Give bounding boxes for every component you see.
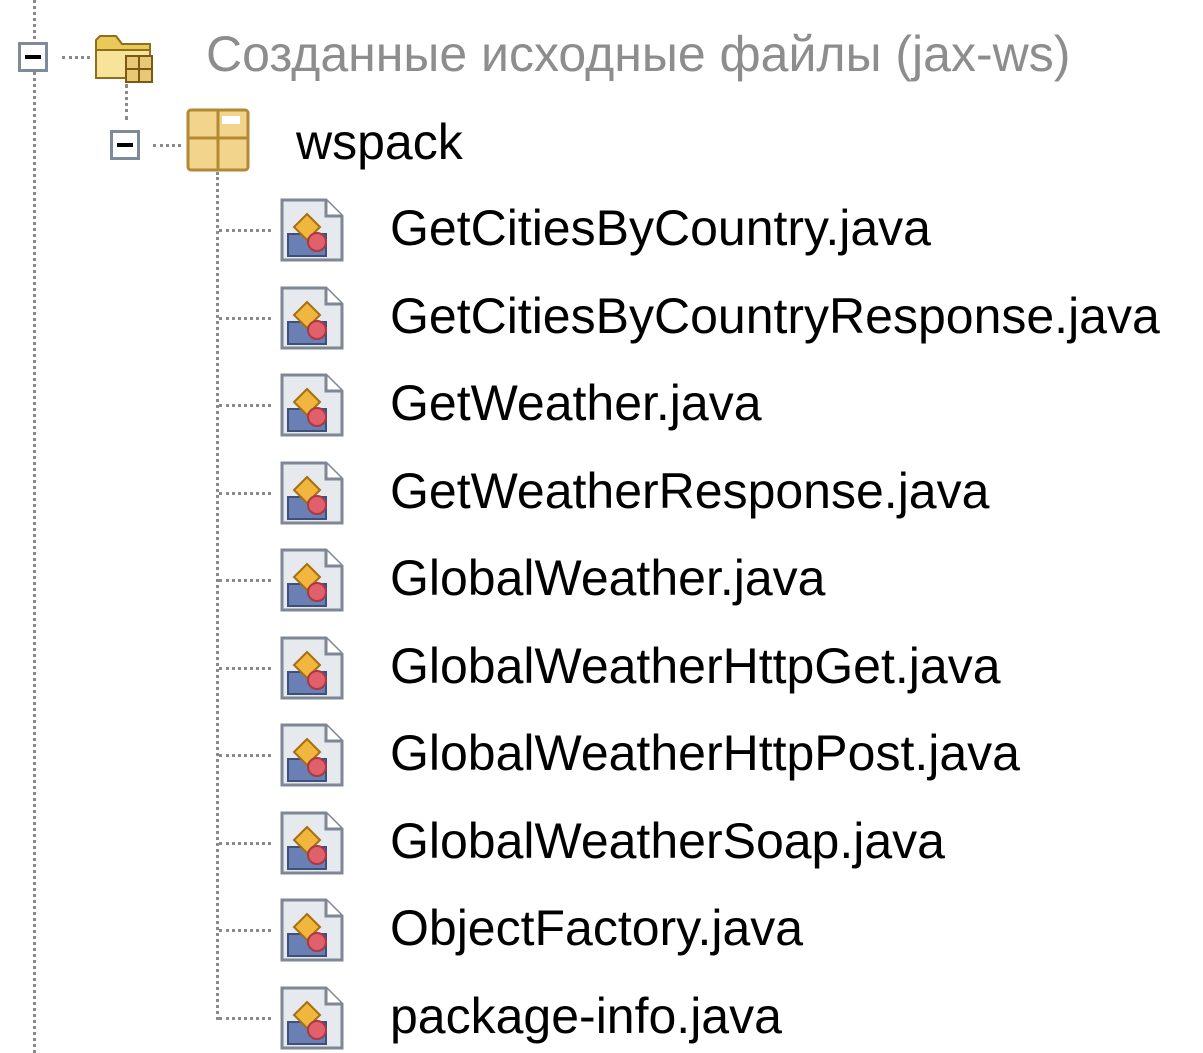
tree-node-file-label[interactable]: GetCitiesByCountry.java xyxy=(390,196,931,260)
tree-guide-line xyxy=(219,229,271,232)
tree-node-file-label[interactable]: GlobalWeather.java xyxy=(390,546,825,610)
tree-guide-line xyxy=(216,172,219,1020)
tree-node-file-label[interactable]: package-info.java xyxy=(390,984,782,1048)
tree-guide-line xyxy=(33,0,36,1053)
root-collapse-toggle[interactable] xyxy=(18,42,48,72)
java-file-icon xyxy=(280,461,344,525)
tree-guide-line xyxy=(219,404,271,407)
tree-guide-line xyxy=(62,56,90,59)
tree-guide-line xyxy=(153,144,181,147)
tree-guide-line xyxy=(125,84,128,120)
java-file-icon xyxy=(280,636,344,700)
tree-guide-line xyxy=(219,579,271,582)
tree-guide-line xyxy=(219,667,271,670)
java-file-icon xyxy=(280,373,344,437)
java-file-icon xyxy=(280,811,344,875)
source-folder-icon xyxy=(92,24,156,88)
tree-guide-line xyxy=(219,317,271,320)
java-file-icon xyxy=(280,548,344,612)
tree-guide-line xyxy=(219,929,271,932)
java-file-icon xyxy=(280,198,344,262)
tree-node-file-label[interactable]: GlobalWeatherHttpPost.java xyxy=(390,721,1020,785)
tree-node-file-label[interactable]: GetCitiesByCountryResponse.java xyxy=(390,284,1160,348)
java-file-icon xyxy=(280,898,344,962)
java-file-icon xyxy=(280,723,344,787)
tree-node-file-label[interactable]: GetWeather.java xyxy=(390,371,762,435)
tree-node-file-label[interactable]: GlobalWeatherSoap.java xyxy=(390,809,945,873)
tree-guide-line xyxy=(219,1017,271,1020)
project-tree: Созданные исходные файлы (jax-ws) wspack… xyxy=(0,0,1203,1053)
tree-node-file-label[interactable]: GetWeatherResponse.java xyxy=(390,459,989,523)
tree-node-file-label[interactable]: GlobalWeatherHttpGet.java xyxy=(390,634,1001,698)
java-file-icon xyxy=(280,286,344,350)
tree-guide-line xyxy=(219,754,271,757)
tree-node-package-label[interactable]: wspack xyxy=(296,110,463,174)
tree-guide-line xyxy=(219,492,271,495)
tree-node-root-label[interactable]: Созданные исходные файлы (jax-ws) xyxy=(206,22,1070,86)
java-file-icon xyxy=(280,986,344,1050)
package-collapse-toggle[interactable] xyxy=(110,130,140,160)
package-icon xyxy=(186,108,250,172)
tree-guide-line xyxy=(219,842,271,845)
tree-node-file-label[interactable]: ObjectFactory.java xyxy=(390,896,803,960)
